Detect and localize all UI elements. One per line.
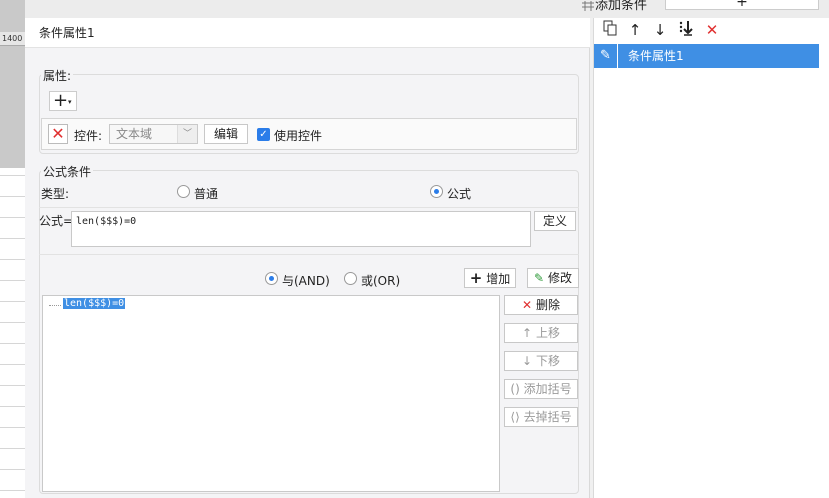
delete-property-button[interactable]: ✕ <box>48 124 68 144</box>
grid-line <box>0 259 25 260</box>
grid-line <box>0 448 25 449</box>
formula-group-label: 公式条件 <box>41 163 94 180</box>
chevron-down-icon: ▾ <box>68 98 72 106</box>
grid-line <box>0 385 25 386</box>
delete-button-label: 删除 <box>535 298 560 312</box>
add-condition-title: 添加条件 <box>595 0 648 13</box>
grid-line <box>0 175 25 176</box>
type-normal-label: 普通 <box>194 187 219 201</box>
move-up-label: 上移 <box>535 326 560 340</box>
formula-input-value: len($$$)=0 <box>76 216 137 227</box>
parenthesis-icon: () <box>510 382 520 396</box>
control-label: 控件: <box>74 129 103 143</box>
ruler-label: 1400 <box>0 32 25 46</box>
move-down-icon[interactable]: ↓ <box>650 20 670 40</box>
move-down-button[interactable]: ↓ 下移 <box>504 351 578 371</box>
move-bottom-icon[interactable] <box>676 20 696 40</box>
condition-property-dialog: 条件属性1 属性: + ▾ ✕ 控件: 文本域 ﹀ 编辑 ✓ 使用控件 公式条件 … <box>25 18 590 498</box>
modify-icon: ✎ <box>534 271 545 285</box>
arrow-up-icon: ↑ <box>522 326 533 340</box>
close-icon: ✕ <box>51 124 65 143</box>
property-group-label: 属性: <box>41 67 74 84</box>
grid-icon[interactable] <box>581 0 595 14</box>
add-condition-button[interactable]: + <box>665 0 819 10</box>
grid-line <box>0 280 25 281</box>
property-row: ✕ 控件: 文本域 ﹀ 编辑 ✓ 使用控件 <box>41 118 577 150</box>
tree-item[interactable]: len($$$)=0 <box>63 298 126 309</box>
modify-button[interactable]: ✎ 修改 <box>527 268 579 288</box>
grid-line <box>0 238 25 239</box>
grid-line <box>0 217 25 218</box>
add-condition-item-button[interactable]: + 增加 <box>464 268 516 288</box>
move-down-label: 下移 <box>535 354 560 368</box>
remove-parenthesis-label: 去掉括号 <box>523 410 572 424</box>
delete-button[interactable]: ✕ 删除 <box>504 295 578 315</box>
delete-icon[interactable]: ✕ <box>702 20 722 40</box>
control-select[interactable]: 文本域 ﹀ <box>109 124 198 144</box>
move-up-button[interactable]: ↑ 上移 <box>504 323 578 343</box>
remove-parenthesis-icon: ⟨⟩ <box>510 410 520 424</box>
grid-line <box>0 427 25 428</box>
add-property-button[interactable]: + ▾ <box>49 91 77 111</box>
grid-line <box>0 322 25 323</box>
divider <box>39 207 579 208</box>
divider <box>39 254 579 255</box>
list-item[interactable]: ✎ 条件属性1 <box>594 44 819 68</box>
remove-parenthesis-button[interactable]: ⟨⟩ 去掉括号 <box>504 407 578 427</box>
list-item-label: 条件属性1 <box>628 49 684 63</box>
move-up-icon[interactable]: ↑ <box>625 20 645 40</box>
grid-line <box>0 301 25 302</box>
formula-label: 公式= <box>39 214 74 228</box>
grid-line <box>0 364 25 365</box>
grid-line <box>0 469 25 470</box>
type-formula-label: 公式 <box>447 187 472 201</box>
add-parenthesis-button[interactable]: () 添加括号 <box>504 379 578 399</box>
tree-connector <box>49 305 61 306</box>
grid-line <box>0 343 25 344</box>
logic-or-label: 或(OR) <box>361 274 401 288</box>
type-normal-radio[interactable] <box>177 185 190 198</box>
define-button[interactable]: 定义 <box>534 211 576 231</box>
type-label: 类型: <box>41 187 70 201</box>
plus-icon: + <box>53 90 69 111</box>
use-control-checkbox[interactable]: ✓ <box>257 128 270 141</box>
top-strip: 添加条件 + <box>25 0 829 18</box>
logic-and-label: 与(AND) <box>282 274 330 288</box>
formula-input[interactable]: len($$$)=0 <box>71 211 531 247</box>
condition-list-panel: ↑ ↓ ✕ ✎ 条件属性1 <box>593 18 829 498</box>
grid-line <box>0 196 25 197</box>
type-formula-radio[interactable] <box>430 185 443 198</box>
spreadsheet-background: 1400 <box>0 0 25 498</box>
add-parenthesis-label: 添加括号 <box>523 382 572 396</box>
grid-line <box>0 406 25 407</box>
edit-button[interactable]: 编辑 <box>204 124 248 144</box>
plus-icon: + <box>469 269 483 287</box>
logic-or-radio[interactable] <box>344 272 357 285</box>
edit-pencil-icon: ✎ <box>594 44 618 68</box>
modify-button-label: 修改 <box>547 271 572 285</box>
add-button-label: 增加 <box>486 272 511 286</box>
dialog-title: 条件属性1 <box>25 18 590 48</box>
logic-and-radio[interactable] <box>265 272 278 285</box>
spreadsheet-gray-area <box>0 0 25 168</box>
close-icon: ✕ <box>522 298 533 312</box>
copy-icon[interactable] <box>600 20 620 40</box>
chevron-down-icon: ﹀ <box>177 125 197 143</box>
use-control-label: 使用控件 <box>274 129 323 143</box>
control-select-value: 文本域 <box>116 127 153 141</box>
condition-tree[interactable]: len($$$)=0 <box>42 295 500 492</box>
arrow-down-icon: ↓ <box>522 354 533 368</box>
grid-line <box>0 490 25 491</box>
